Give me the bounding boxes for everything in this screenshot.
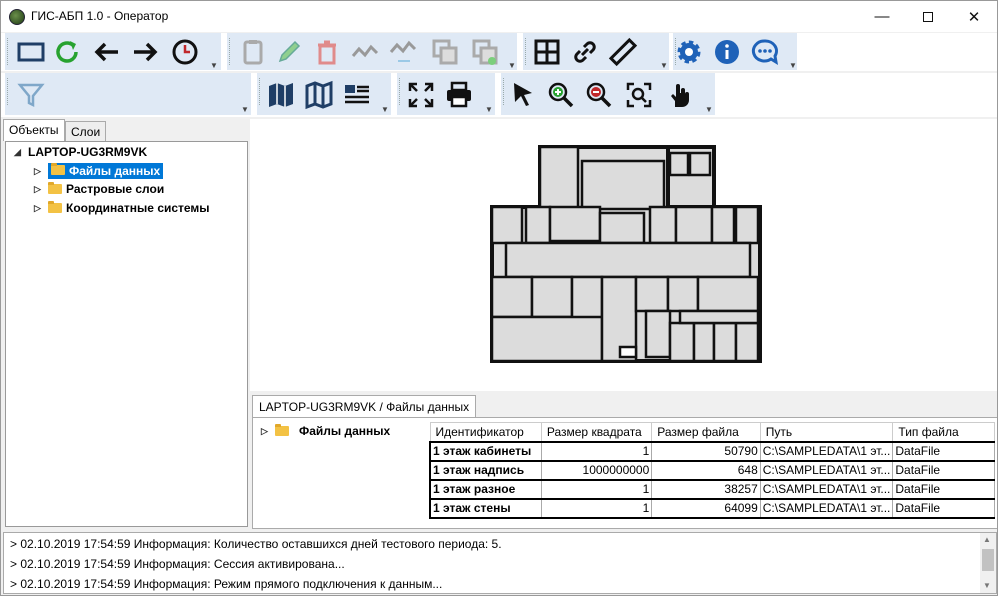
collapsed-triangle-icon[interactable]: ▷ [261, 426, 275, 437]
column-header-file-size[interactable]: Размер файла [651, 422, 761, 442]
column-header-file-type[interactable]: Тип файла [892, 422, 995, 442]
copy-icon[interactable] [429, 36, 461, 68]
app-window: ГИС-АБП 1.0 - Оператор — ✕ ▼ ▼ ▼ ▼ ▼ ▼ ▼ [0, 0, 998, 596]
objects-panel: Объекты Слои ◢ LAPTOP-UG3RM9VK ▷ Файлы дан… [3, 119, 249, 529]
window-title: ГИС-АБП 1.0 - Оператор [31, 9, 169, 23]
table-row[interactable]: 1 этаж разное 1 38257 C:\SAMPLEDATA\1 эт...… [428, 478, 995, 500]
collapsed-triangle-icon[interactable]: ▷ [34, 184, 48, 195]
folder-icon [51, 163, 65, 175]
title-bar: ГИС-АБП 1.0 - Оператор — ✕ [1, 1, 997, 32]
history-clock-icon[interactable] [169, 36, 201, 68]
map-book-icon[interactable] [265, 79, 297, 111]
tree-item-data-files[interactable]: ▷ Файлы данных [34, 163, 164, 179]
folder-icon [275, 424, 289, 436]
scroll-down-icon[interactable]: ▼ [983, 581, 991, 590]
folder-icon [48, 182, 62, 194]
maximize-button[interactable] [905, 1, 951, 32]
tree-item-coordinate-systems[interactable]: ▷ Координатные системы [34, 201, 210, 215]
floor-plan-drawing [490, 145, 762, 363]
select-arrow-icon[interactable] [507, 79, 539, 111]
log-line: > 02.10.2019 17:54:59 Информация: Сессия… [10, 557, 345, 571]
scrollbar-thumb[interactable] [982, 549, 994, 571]
log-line: > 02.10.2019 17:54:59 Информация: Режим … [10, 577, 443, 591]
zoom-extent-icon[interactable] [623, 79, 655, 111]
zoom-in-icon[interactable] [545, 79, 577, 111]
column-header-path[interactable]: Путь [759, 422, 894, 442]
tree-item-label: Растровые слои [66, 182, 165, 196]
ruler-icon[interactable] [607, 36, 639, 68]
map-canvas[interactable] [250, 119, 997, 391]
chat-icon[interactable] [749, 36, 781, 68]
legend-list-icon[interactable] [341, 79, 373, 111]
tree-item-label: Файлы данных [69, 164, 161, 178]
settings-gear-icon[interactable] [673, 36, 705, 68]
close-button[interactable]: ✕ [951, 1, 997, 32]
polyline-icon[interactable] [349, 36, 381, 68]
polyline-move-icon[interactable] [387, 36, 419, 68]
clipboard-icon[interactable] [237, 36, 269, 68]
data-files-panel: LAPTOP-UG3RM9VK / Файлы данных ▷ Файлы да… [250, 393, 997, 529]
column-header-square-size[interactable]: Размер квадрата [540, 422, 653, 442]
filter-icon[interactable] [15, 79, 47, 111]
fullscreen-icon[interactable] [405, 79, 437, 111]
rectangle-icon[interactable] [15, 36, 47, 68]
print-icon[interactable] [443, 79, 475, 111]
table-row[interactable]: 1 этаж кабинеты 1 50790 C:\SAMPLEDATA\1 эт.… [428, 440, 995, 462]
scroll-up-icon[interactable]: ▲ [983, 535, 991, 544]
info-icon[interactable] [711, 36, 743, 68]
collapsed-triangle-icon[interactable]: ▷ [34, 166, 48, 177]
app-logo-icon [9, 9, 25, 25]
toolbar-row-1: ▼ ▼ ▼ ▼ [1, 33, 997, 71]
folder-icon [48, 201, 62, 213]
pencil-icon[interactable] [273, 36, 305, 68]
grid-icon[interactable] [531, 36, 563, 68]
object-tree: ◢ LAPTOP-UG3RM9VK ▷ Файлы данных ▷ Растровы… [5, 141, 248, 527]
arrow-right-icon[interactable] [129, 36, 161, 68]
tree-item-data-files-bottom[interactable]: ▷ Файлы данных [261, 424, 390, 438]
log-scrollbar[interactable]: ▲ ▼ [980, 533, 996, 593]
refresh-icon[interactable] [51, 36, 83, 68]
link-icon[interactable] [569, 36, 601, 68]
collapsed-triangle-icon[interactable]: ▷ [34, 203, 48, 214]
table-row[interactable]: 1 этаж надпись 1000000000 648 C:\SAMPLEDATA… [428, 459, 995, 481]
tree-item-label: Координатные системы [66, 201, 210, 215]
tab-objects[interactable]: Объекты [3, 119, 65, 141]
copy-confirm-icon[interactable] [469, 36, 501, 68]
tree-item-raster-layers[interactable]: ▷ Растровые слои [34, 182, 164, 196]
zoom-out-icon[interactable] [583, 79, 615, 111]
tab-layers[interactable]: Слои [65, 121, 107, 141]
log-line: > 02.10.2019 17:54:59 Информация: Количе… [10, 537, 502, 551]
tab-data-files[interactable]: LAPTOP-UG3RM9VK / Файлы данных [252, 395, 477, 417]
data-files-table: Идентификатор Размер квадрата Размер фай… [428, 422, 995, 519]
tree-root[interactable]: ◢ LAPTOP-UG3RM9VK [14, 145, 147, 159]
expanded-triangle-icon[interactable]: ◢ [14, 147, 28, 158]
arrow-left-icon[interactable] [91, 36, 123, 68]
trash-icon[interactable] [311, 36, 343, 68]
data-files-content: ▷ Файлы данных Идентификатор Размер квадр… [252, 417, 997, 529]
column-header-identifier[interactable]: Идентификатор [429, 422, 542, 442]
map-icon[interactable] [303, 79, 335, 111]
minimize-button[interactable]: — [859, 1, 905, 32]
tree-item-label: Файлы данных [299, 424, 391, 438]
pan-hand-icon[interactable] [663, 79, 695, 111]
log-panel: > 02.10.2019 17:54:59 Информация: Количе… [3, 532, 997, 594]
tree-root-label: LAPTOP-UG3RM9VK [28, 145, 148, 159]
toolbar-row-2: ▼ ▼ ▼ ▼ [1, 73, 997, 117]
table-row[interactable]: 1 этаж стены 1 64099 C:\SAMPLEDATA\1 эт... D… [428, 497, 995, 519]
